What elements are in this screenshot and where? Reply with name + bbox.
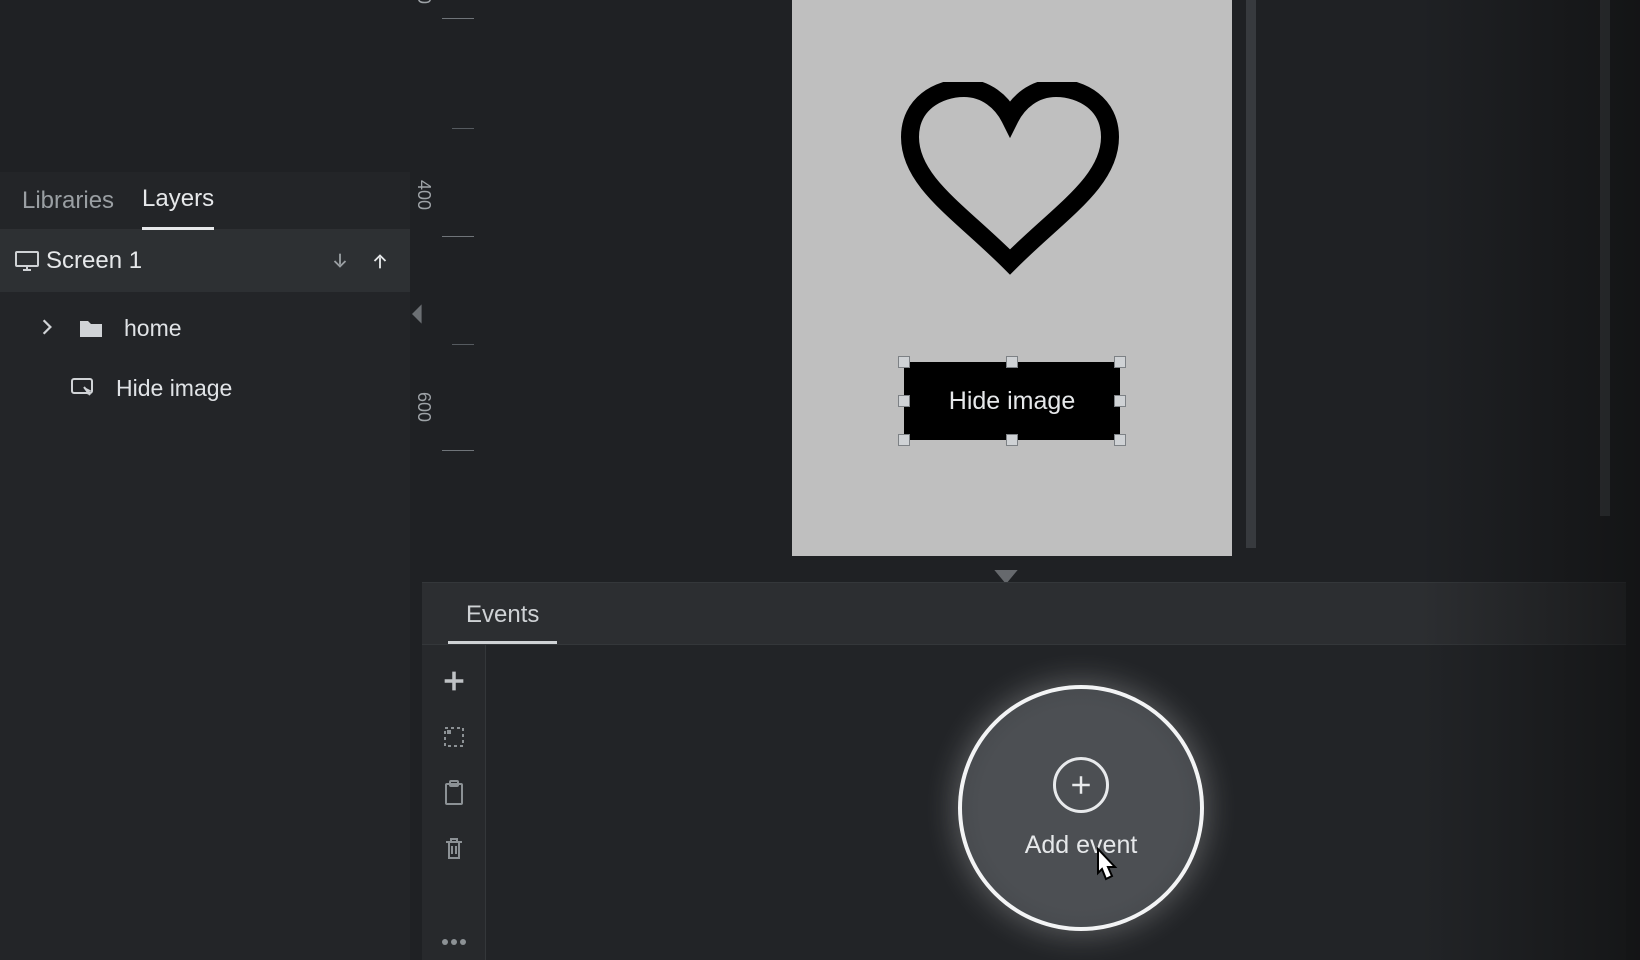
resize-handle-w[interactable] bbox=[898, 395, 910, 407]
layers-upload-button[interactable] bbox=[360, 241, 400, 281]
canvas-vertical-scrollbar[interactable] bbox=[1600, 0, 1610, 516]
layer-hide-image-label: Hide image bbox=[116, 375, 232, 402]
more-options-icon[interactable] bbox=[436, 924, 472, 960]
resize-handle-ne[interactable] bbox=[1114, 356, 1126, 368]
layer-list: home Hide image bbox=[0, 292, 410, 418]
chevron-right-icon[interactable] bbox=[40, 315, 58, 342]
paste-tool[interactable] bbox=[436, 775, 472, 811]
layers-download-button[interactable] bbox=[320, 241, 360, 281]
tab-layers[interactable]: Layers bbox=[142, 185, 214, 230]
screen-label: Screen 1 bbox=[46, 247, 320, 275]
ruler-tick-400: 400 bbox=[413, 180, 434, 210]
artboard[interactable] bbox=[792, 0, 1232, 556]
resize-handle-se[interactable] bbox=[1114, 434, 1126, 446]
selected-element-hide-image-button[interactable]: Hide image bbox=[904, 362, 1120, 440]
resize-handle-sw[interactable] bbox=[898, 434, 910, 446]
layer-item-home[interactable]: home bbox=[0, 298, 410, 358]
folder-icon bbox=[76, 313, 106, 343]
add-event-button[interactable]: Add event bbox=[958, 685, 1204, 931]
events-panel: Events Add e bbox=[422, 582, 1626, 960]
events-toolbar bbox=[422, 645, 486, 960]
sidebar-tabbar: Libraries Layers bbox=[0, 172, 410, 230]
tab-libraries[interactable]: Libraries bbox=[22, 187, 114, 229]
sidebar-blank-area bbox=[0, 0, 410, 172]
resize-handle-n[interactable] bbox=[1006, 356, 1018, 368]
button-widget-icon bbox=[68, 373, 98, 403]
events-content[interactable]: Add event bbox=[486, 645, 1626, 960]
ruler-major-tick bbox=[442, 450, 474, 451]
vertical-ruler: 200 400 600 bbox=[422, 0, 474, 562]
plus-circle-icon bbox=[1053, 757, 1109, 813]
hide-image-button[interactable]: Hide image bbox=[904, 362, 1120, 440]
hide-image-button-label: Hide image bbox=[949, 387, 1075, 416]
ruler-tick-600: 600 bbox=[413, 392, 434, 422]
resize-handle-s[interactable] bbox=[1006, 434, 1018, 446]
layer-home-label: home bbox=[124, 315, 182, 342]
canvas-area[interactable]: 200 400 600 bbox=[422, 0, 1640, 580]
events-body: Add event bbox=[422, 645, 1626, 960]
delete-tool[interactable] bbox=[436, 831, 472, 867]
sidebar: Libraries Layers Screen 1 home bbox=[0, 0, 410, 960]
select-tool[interactable] bbox=[436, 719, 472, 755]
tab-events[interactable]: Events bbox=[448, 587, 557, 644]
screen-icon bbox=[8, 250, 46, 272]
resize-handle-e[interactable] bbox=[1114, 395, 1126, 407]
ruler-major-tick bbox=[442, 236, 474, 237]
artboard-vertical-scrollbar[interactable] bbox=[1246, 0, 1256, 548]
events-tabbar: Events bbox=[422, 583, 1626, 645]
add-event-label: Add event bbox=[1025, 831, 1138, 860]
ruler-minor-tick bbox=[452, 128, 474, 129]
screen-selector-row[interactable]: Screen 1 bbox=[0, 230, 410, 292]
artboard-surface[interactable] bbox=[792, 0, 1232, 556]
add-event-tool[interactable] bbox=[436, 663, 472, 699]
ruler-minor-tick bbox=[452, 344, 474, 345]
resize-handle-nw[interactable] bbox=[898, 356, 910, 368]
heart-icon[interactable] bbox=[900, 82, 1120, 282]
ruler-major-tick bbox=[442, 18, 474, 19]
layer-item-hide-image[interactable]: Hide image bbox=[0, 358, 410, 418]
ruler-tick-200: 200 bbox=[413, 0, 434, 4]
